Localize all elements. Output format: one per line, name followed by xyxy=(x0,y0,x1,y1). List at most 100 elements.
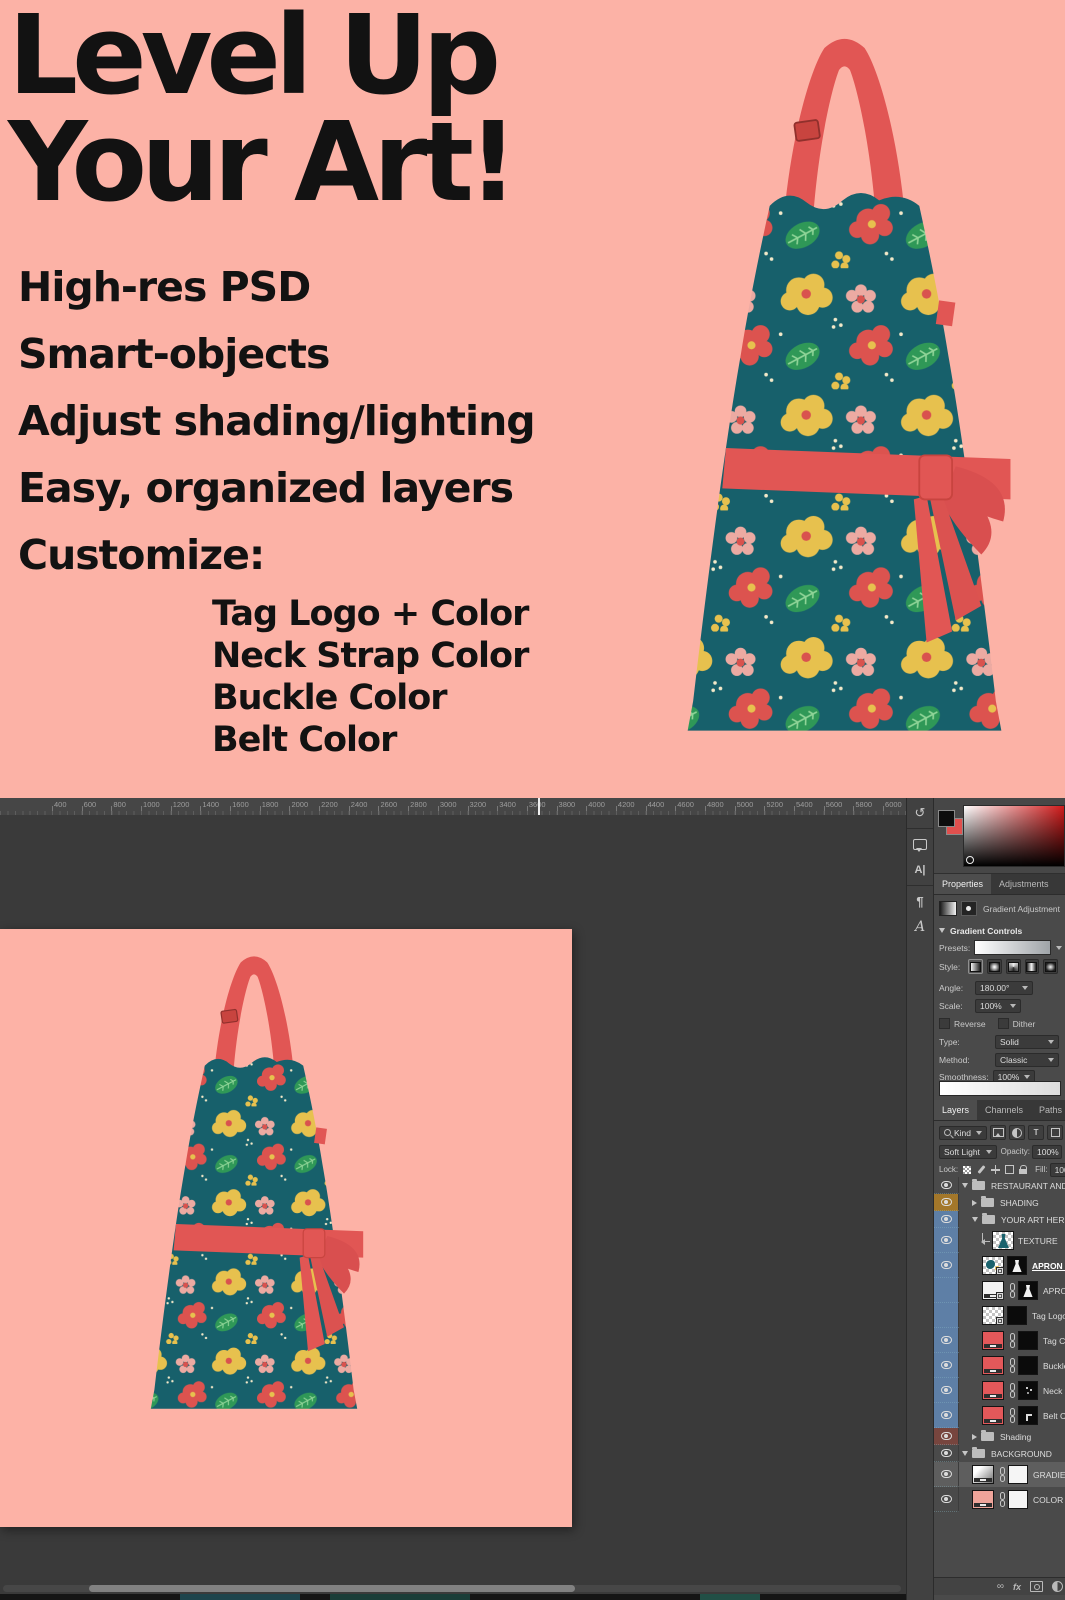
eye-icon[interactable] xyxy=(941,1336,952,1344)
layer-row[interactable]: Belt Color xyxy=(934,1403,1065,1428)
eye-icon[interactable] xyxy=(941,1411,952,1419)
layer-thumbnail[interactable] xyxy=(982,1356,1004,1375)
eye-icon[interactable] xyxy=(941,1236,952,1244)
layer-thumbnail[interactable] xyxy=(982,1381,1004,1400)
layer-row[interactable]: Tag Color xyxy=(934,1328,1065,1353)
layer-mask-thumbnail[interactable] xyxy=(1018,1406,1038,1425)
visibility-toggle[interactable] xyxy=(934,1211,959,1228)
eye-icon[interactable] xyxy=(941,1198,952,1206)
panel-tab[interactable]: Paths xyxy=(1031,1100,1065,1120)
eye-icon[interactable] xyxy=(941,1261,952,1269)
layer-row[interactable]: Buckle Color xyxy=(934,1353,1065,1378)
layer-group-row[interactable]: SHADING xyxy=(934,1194,1065,1211)
dither-checkbox[interactable] xyxy=(998,1018,1009,1029)
lock-transparency-button[interactable] xyxy=(961,1164,973,1175)
layer-row[interactable]: Tag Logo xyxy=(934,1303,1065,1328)
lock-all-button[interactable] xyxy=(1017,1164,1029,1175)
history-icon[interactable]: ↺ xyxy=(907,800,933,826)
layer-mask-thumbnail[interactable] xyxy=(1007,1306,1027,1325)
reverse-checkbox[interactable] xyxy=(939,1018,950,1029)
lock-position-button[interactable] xyxy=(989,1164,1001,1175)
mask-link-icon[interactable] xyxy=(1009,1358,1016,1373)
mask-link-icon[interactable] xyxy=(1009,1333,1016,1348)
method-dropdown[interactable]: Classic xyxy=(995,1053,1059,1067)
visibility-toggle[interactable] xyxy=(934,1253,959,1278)
dropdown-arrow-icon[interactable] xyxy=(1056,946,1062,950)
eye-icon[interactable] xyxy=(941,1215,952,1223)
angle-dropdown[interactable]: 180.00° xyxy=(975,981,1033,995)
gradient-style-radial-button[interactable] xyxy=(987,959,1002,974)
eye-icon[interactable] xyxy=(941,1470,952,1478)
add-layer-mask-icon[interactable] xyxy=(1030,1581,1043,1592)
panel-tab[interactable]: Layers xyxy=(934,1100,977,1120)
layer-mask-thumbnail[interactable] xyxy=(1018,1381,1038,1400)
mask-link-icon[interactable] xyxy=(1009,1408,1016,1423)
gradient-controls-header[interactable]: Gradient Controls xyxy=(939,923,1062,938)
layer-mask-thumbnail[interactable] xyxy=(1018,1356,1038,1375)
visibility-toggle[interactable] xyxy=(934,1445,959,1462)
gradient-style-angle-button[interactable] xyxy=(1006,959,1021,974)
eye-icon[interactable] xyxy=(941,1386,952,1394)
link-layers-icon[interactable]: ∞ xyxy=(997,1581,1004,1592)
lock-pixels-button[interactable] xyxy=(975,1164,987,1175)
layer-mask-thumbnail[interactable] xyxy=(1008,1465,1028,1484)
caret-icon[interactable] xyxy=(972,1200,977,1206)
layer-group-row[interactable]: RESTAURANT AND H...EN APR xyxy=(934,1177,1065,1194)
section-caret-icon[interactable] xyxy=(939,928,945,933)
layer-group-row[interactable]: BACKGROUND xyxy=(934,1445,1065,1462)
glyphs-panel-icon[interactable]: A xyxy=(907,914,933,940)
layer-row[interactable]: TEXTURE xyxy=(934,1228,1065,1253)
layer-thumbnail[interactable] xyxy=(982,1256,1004,1275)
visibility-toggle[interactable] xyxy=(934,1378,959,1403)
comments-icon[interactable] xyxy=(907,828,933,857)
visibility-toggle[interactable] xyxy=(934,1428,959,1445)
layer-mask-thumbnail[interactable] xyxy=(1018,1281,1038,1300)
layer-thumbnail[interactable] xyxy=(992,1231,1014,1250)
panel-tab[interactable]: Libraries xyxy=(1057,874,1065,894)
gradient-style-diamond-button[interactable] xyxy=(1043,959,1058,974)
horizontal-ruler[interactable]: 4006008001000120014001600180020002200240… xyxy=(0,798,906,816)
gradient-editor-bar[interactable] xyxy=(939,1081,1061,1096)
visibility-toggle[interactable] xyxy=(934,1177,959,1194)
caret-icon[interactable] xyxy=(962,1183,968,1188)
panel-tab[interactable]: Channels xyxy=(977,1100,1031,1120)
scrollbar-thumb[interactable] xyxy=(89,1585,575,1592)
layer-row[interactable]: APRON PATT xyxy=(934,1253,1065,1278)
eye-icon[interactable] xyxy=(941,1181,952,1189)
layer-thumbnail[interactable] xyxy=(982,1331,1004,1350)
gradient-preset-dropdown[interactable] xyxy=(974,940,1051,955)
filter-adjustment-layers-button[interactable] xyxy=(1009,1125,1025,1140)
eye-icon[interactable] xyxy=(941,1361,952,1369)
visibility-toggle[interactable] xyxy=(934,1462,959,1487)
layer-row[interactable]: APRON (COL xyxy=(934,1278,1065,1303)
layer-row[interactable]: GRADIENT xyxy=(934,1462,1065,1487)
gradient-style-reflected-button[interactable] xyxy=(1025,959,1040,974)
visibility-toggle[interactable] xyxy=(934,1194,959,1211)
layer-row[interactable]: COLOR xyxy=(934,1487,1065,1512)
filter-pixel-layers-button[interactable] xyxy=(990,1125,1006,1140)
fill-dropdown[interactable]: 100% xyxy=(1050,1163,1065,1177)
scale-dropdown[interactable]: 100% xyxy=(975,999,1021,1013)
layer-thumbnail[interactable] xyxy=(972,1490,994,1509)
canvas-pasteboard[interactable] xyxy=(0,815,906,1600)
character-panel-icon[interactable]: A| xyxy=(907,857,933,883)
blend-mode-dropdown[interactable]: Soft Light xyxy=(939,1145,997,1159)
layer-group-row[interactable]: Shading xyxy=(934,1428,1065,1445)
visibility-toggle[interactable] xyxy=(934,1328,959,1353)
color-field[interactable] xyxy=(963,805,1065,867)
layer-thumbnail[interactable] xyxy=(982,1281,1004,1300)
layer-group-row[interactable]: YOUR ART HERE xyxy=(934,1211,1065,1228)
color-picker-cursor[interactable] xyxy=(966,856,974,864)
mask-link-icon[interactable] xyxy=(999,1467,1006,1482)
layer-mask-thumbnail[interactable] xyxy=(1018,1331,1038,1350)
layer-mask-thumbnail[interactable] xyxy=(1008,1490,1028,1509)
layer-row[interactable]: Neck Strap C xyxy=(934,1378,1065,1403)
mask-link-icon[interactable] xyxy=(999,1492,1006,1507)
eye-icon[interactable] xyxy=(941,1495,952,1503)
filter-shape-layers-button[interactable] xyxy=(1047,1125,1063,1140)
gradient-style-linear-button[interactable] xyxy=(968,959,983,974)
eye-icon[interactable] xyxy=(941,1449,952,1457)
visibility-toggle[interactable] xyxy=(934,1487,959,1512)
mask-link-icon[interactable] xyxy=(1009,1383,1016,1398)
opacity-dropdown[interactable]: 100% xyxy=(1032,1145,1062,1159)
